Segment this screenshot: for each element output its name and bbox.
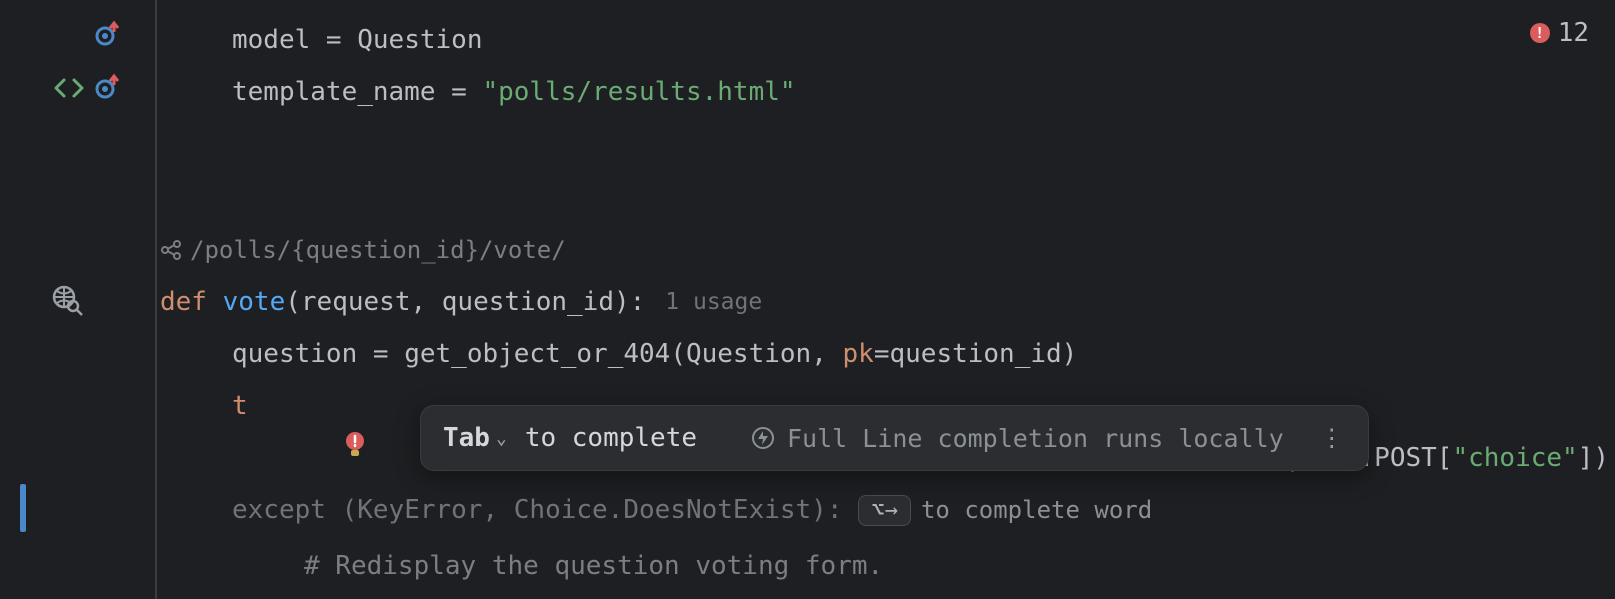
code-line[interactable]: except (KeyError, Choice.DoesNotExist): ⌥… xyxy=(160,484,1615,536)
caret-indicator xyxy=(20,484,26,532)
code-token: template_name xyxy=(232,77,436,107)
code-token: = xyxy=(310,25,357,55)
code-editor[interactable]: model = Question template_name = "polls/… xyxy=(160,0,1615,599)
code-token: "polls/results.html" xyxy=(482,77,795,107)
route-text: /polls/{question_id}/vote/ xyxy=(190,236,566,264)
code-token: t xyxy=(232,391,248,421)
code-token: (request, question_id): xyxy=(285,287,645,317)
code-token: Question xyxy=(357,25,482,55)
code-token: ]) xyxy=(1578,443,1609,473)
code-token: question xyxy=(232,339,357,369)
code-token: ( xyxy=(670,339,686,369)
code-token: = xyxy=(357,339,404,369)
override-up-icon[interactable] xyxy=(92,20,122,50)
usage-hint[interactable]: 1 usage xyxy=(665,289,762,315)
local-icon xyxy=(751,426,775,450)
route-hint[interactable]: /polls/{question_id}/vote/ xyxy=(160,224,1615,276)
to-complete-label: to complete xyxy=(525,423,697,453)
code-token: (KeyError, Choice.DoesNotExist): xyxy=(342,495,843,525)
code-line[interactable]: model = Question xyxy=(160,14,1615,66)
code-token: , xyxy=(811,339,842,369)
tab-key-hint[interactable]: Tab⌄ xyxy=(443,423,507,453)
complete-word-hint: to complete word xyxy=(921,496,1152,524)
code-token: except xyxy=(232,495,342,525)
code-token: "choice" xyxy=(1452,443,1577,473)
code-tag-icon[interactable] xyxy=(52,73,86,103)
override-up-icon[interactable] xyxy=(92,73,122,103)
code-token: vote xyxy=(223,287,286,317)
code-token: = xyxy=(874,339,890,369)
code-line[interactable]: template_name = "polls/results.html" xyxy=(160,66,1615,118)
keycap-option-right: ⌥→ xyxy=(858,495,911,526)
code-token: question_id xyxy=(889,339,1061,369)
code-line[interactable]: def vote(request, question_id): 1 usage xyxy=(160,276,1615,328)
code-line[interactable]: # Redisplay the question voting form. xyxy=(160,540,1615,592)
completion-info: Full Line completion runs locally xyxy=(751,424,1284,453)
code-comment: # Redisplay the question voting form. xyxy=(304,551,883,581)
code-token: = xyxy=(436,77,483,107)
code-token: pk xyxy=(843,339,874,369)
code-token: ) xyxy=(1062,339,1078,369)
share-icon xyxy=(160,239,182,261)
chevron-down-icon[interactable]: ⌄ xyxy=(496,428,507,449)
code-token: model xyxy=(232,25,310,55)
error-count: 12 xyxy=(1558,18,1589,48)
code-line[interactable]: question = get_object_or_404(Question, p… xyxy=(160,328,1615,380)
completion-popup: Tab⌄ to complete Full Line completion ru… xyxy=(420,405,1369,471)
web-search-icon[interactable] xyxy=(50,283,84,317)
code-token: Question xyxy=(686,339,811,369)
gutter-ruler xyxy=(155,0,157,599)
code-token: get_object_or_404 xyxy=(404,339,670,369)
error-icon: ! xyxy=(1530,23,1550,43)
more-menu-icon[interactable]: ⋮ xyxy=(1320,424,1346,452)
error-count-badge[interactable]: ! 12 xyxy=(1530,18,1589,48)
code-token: def xyxy=(160,287,223,317)
